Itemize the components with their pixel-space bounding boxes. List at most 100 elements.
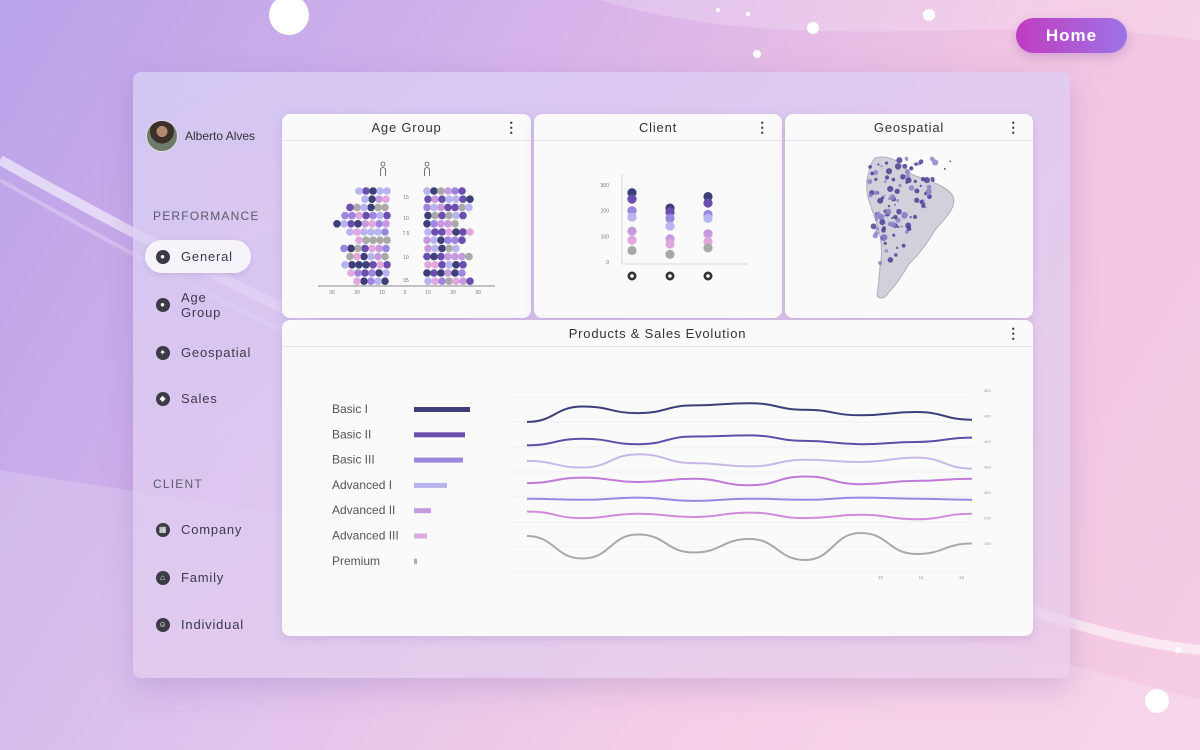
- x-tick-label: 30: [475, 290, 481, 296]
- geo-dot: [883, 194, 886, 197]
- geo-dot: [877, 163, 880, 166]
- family-icon: [668, 274, 672, 278]
- age-dot-male: [374, 277, 382, 285]
- age-dot-male: [354, 269, 362, 277]
- y-tick-label: 0: [606, 260, 609, 266]
- age-dot-male: [353, 203, 361, 212]
- user-profile[interactable]: Alberto Alves: [146, 120, 255, 152]
- age-dot-female: [458, 187, 466, 195]
- age-dot-female: [451, 187, 459, 195]
- right-axis-label: 400: [984, 439, 991, 444]
- age-dot-male: [383, 261, 391, 269]
- legend-label: Premium: [332, 554, 380, 568]
- age-dot-male: [353, 252, 361, 261]
- geo-dot: [884, 175, 890, 180]
- age-dot-female: [459, 195, 467, 203]
- age-dot-male: [348, 211, 356, 220]
- age-dot-male: [362, 187, 370, 195]
- age-dot-male: [376, 187, 384, 195]
- age-dot-male: [346, 203, 354, 212]
- nav-item-geospatial[interactable]: ✦ Geospatial: [145, 336, 251, 369]
- age-dot-female: [451, 236, 459, 244]
- age-dot-male: [376, 211, 384, 220]
- age-dot-male: [382, 269, 390, 277]
- series-line: [526, 510, 973, 521]
- nav-item-age-group[interactable]: ● Age Group: [145, 288, 251, 321]
- age-dot-female: [459, 277, 467, 285]
- mid-label: 05: [403, 278, 409, 284]
- age-dot-female: [437, 187, 445, 195]
- right-axis-label: 400: [984, 414, 991, 419]
- age-dot-female: [430, 252, 438, 261]
- age-dot-female: [445, 277, 453, 285]
- geo-dot: [914, 162, 918, 166]
- age-dot-female: [438, 277, 446, 285]
- user-name: Alberto Alves: [185, 129, 256, 143]
- age-dot-male: [381, 277, 389, 285]
- age-dot-female: [423, 220, 431, 228]
- geo-dot: [923, 176, 931, 184]
- geo-dot: [925, 191, 929, 195]
- nav-item-general[interactable]: ● General: [145, 240, 251, 273]
- geo-dot: [919, 184, 922, 188]
- geo-dot: [873, 170, 879, 176]
- geo-dot: [881, 234, 888, 241]
- geo-dot: [874, 177, 878, 181]
- age-dot-female: [444, 187, 452, 195]
- age-dot-male: [346, 228, 354, 236]
- company-icon: [630, 274, 634, 278]
- legend-label: Basic I: [332, 402, 368, 416]
- x-tick-label: 12: [959, 575, 965, 580]
- geo-dot: [919, 200, 924, 205]
- age-dot-female: [424, 228, 432, 236]
- mid-label: 7.5: [403, 231, 410, 237]
- nav-item-company[interactable]: ▦ Company: [145, 513, 251, 546]
- age-dot-male: [355, 236, 363, 244]
- nav-item-label: Company: [181, 522, 243, 537]
- age-dot-male: [383, 187, 391, 195]
- nav-item-family[interactable]: ⌂ Family: [145, 561, 251, 594]
- client-dot: [627, 226, 637, 236]
- geo-dot: [912, 214, 918, 219]
- geo-dot: [926, 184, 932, 190]
- age-dot-male: [360, 252, 368, 261]
- age-dot-male: [361, 244, 369, 253]
- age-dot-female: [465, 252, 473, 261]
- age-dot-female: [452, 277, 460, 285]
- geo-dot: [868, 164, 872, 169]
- geo-dot: [875, 212, 878, 215]
- age-dot-female: [452, 261, 460, 269]
- geo-dot: [901, 212, 908, 219]
- age-dot-male: [362, 236, 370, 244]
- age-dot-male: [376, 261, 384, 269]
- age-dot-male: [361, 269, 369, 277]
- geo-dot: [905, 169, 910, 175]
- age-dot-female: [431, 244, 439, 253]
- age-dot-male: [382, 244, 390, 253]
- geo-dot: [908, 185, 915, 191]
- age-dot-female: [423, 187, 431, 195]
- age-dot-female: [438, 211, 446, 220]
- nav-item-sales[interactable]: ◆ Sales: [145, 382, 251, 415]
- age-dot-female: [431, 261, 439, 269]
- geo-dot: [896, 157, 903, 164]
- mid-label: 15: [403, 195, 409, 201]
- age-dot-female: [452, 195, 460, 203]
- age-dot-female: [445, 195, 453, 203]
- age-dot-female: [430, 236, 438, 244]
- age-dot-female: [451, 203, 459, 212]
- age-dot-male: [353, 277, 361, 285]
- geo-dot: [894, 188, 900, 194]
- x-tick-label: 20: [450, 290, 456, 296]
- home-button[interactable]: Home: [1016, 18, 1127, 53]
- geo-dot: [901, 243, 906, 248]
- nav-item-individual[interactable]: ☺ Individual: [145, 608, 251, 641]
- age-dot-female: [438, 195, 446, 203]
- legend-label: Basic II: [332, 427, 371, 441]
- age-dot-female: [431, 211, 439, 220]
- client-dot: [627, 235, 637, 245]
- age-dot-female: [423, 203, 431, 212]
- age-dot-female: [444, 220, 452, 228]
- geo-dot: [874, 231, 879, 236]
- age-dot-female: [438, 261, 446, 269]
